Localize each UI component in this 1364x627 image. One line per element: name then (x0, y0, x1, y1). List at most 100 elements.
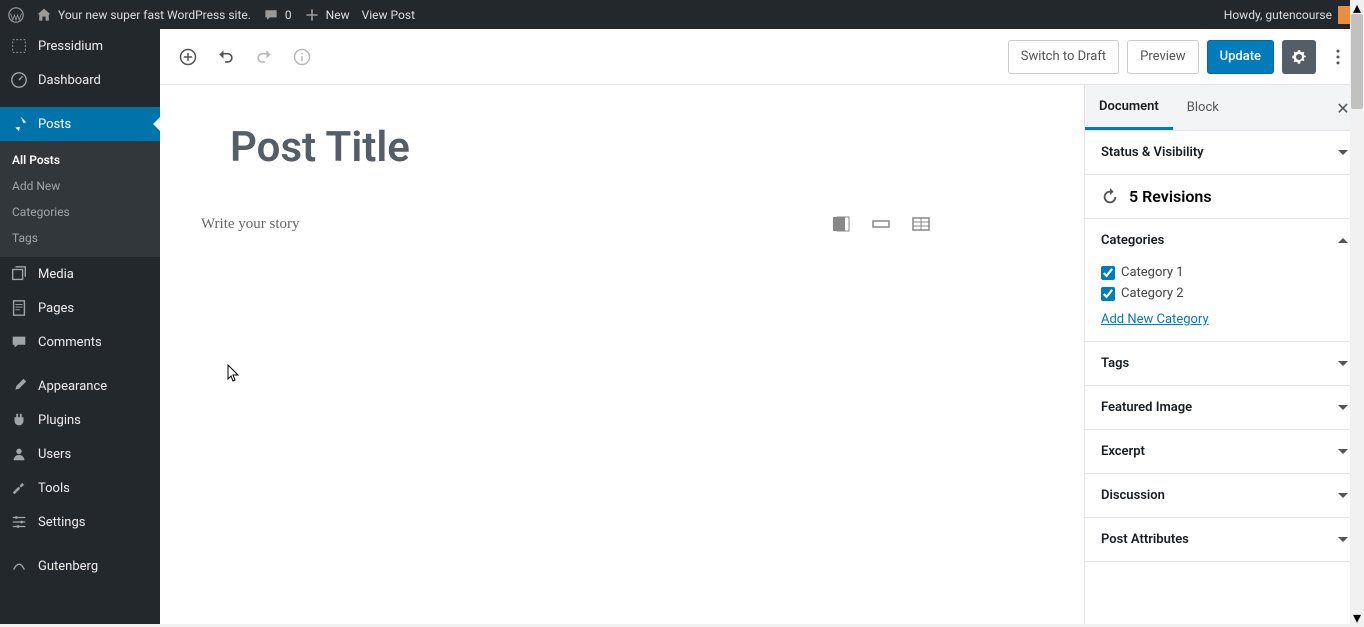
host-label: Pressidium (38, 39, 103, 54)
featured-toggle[interactable]: Featured Image (1085, 386, 1364, 429)
comment-icon (263, 7, 279, 23)
revisions-link[interactable]: 5 Revisions (1085, 175, 1364, 218)
sidebar-item-appearance[interactable]: Appearance (0, 369, 160, 403)
block-placeholder[interactable]: Write your story (201, 216, 300, 233)
host-icon (10, 37, 28, 55)
chevron-down-icon (1338, 361, 1348, 371)
sidebar-item-tools[interactable]: Tools (0, 471, 160, 505)
more-button[interactable] (1324, 40, 1352, 74)
section-status: Status & Visibility (1085, 131, 1364, 175)
sidebar-item-dashboard[interactable]: Dashboard (0, 63, 160, 97)
tags-toggle[interactable]: Tags (1085, 342, 1364, 385)
settings-button[interactable] (1282, 40, 1316, 74)
cat1-check[interactable] (1101, 266, 1115, 280)
update-button[interactable]: Update (1207, 40, 1274, 74)
sidebar-item-pages[interactable]: Pages (0, 291, 160, 325)
plug-icon (10, 411, 28, 429)
settings-panel: Document Block ✕ Status & Visibility 5 R… (1084, 85, 1364, 624)
sidebar-item-users[interactable]: Users (0, 437, 160, 471)
sidebar-item-plugins[interactable]: Plugins (0, 403, 160, 437)
sidebar-item-gutenberg[interactable]: Gutenberg (0, 549, 160, 583)
category-1-checkbox[interactable]: Category 1 (1101, 262, 1348, 283)
scroll-down-icon[interactable]: ▾ (1350, 610, 1364, 624)
sidebar-item-settings[interactable]: Settings (0, 505, 160, 539)
chevron-down-icon (1338, 405, 1348, 415)
editor-header: Switch to Draft Preview Update (160, 29, 1364, 85)
submenu-all-posts[interactable]: All Posts (0, 147, 160, 173)
pin-icon (10, 115, 28, 133)
wp-logo[interactable] (8, 7, 24, 23)
admin-sidebar: Pressidium Dashboard Posts All Posts Add… (0, 29, 160, 624)
chevron-up-icon (1338, 233, 1348, 243)
sidebar-item-posts[interactable]: Posts (0, 107, 160, 141)
discussion-toggle[interactable]: Discussion (1085, 474, 1364, 517)
section-discussion: Discussion (1085, 474, 1364, 518)
dashboard-icon (10, 71, 28, 89)
wide-block-icon[interactable] (871, 214, 891, 234)
howdy-link[interactable]: Howdy, gutencourse (1224, 6, 1356, 24)
admin-bar: Your new super fast WordPress site. 0 Ne… (0, 0, 1364, 29)
cat2-check[interactable] (1101, 287, 1115, 301)
section-excerpt: Excerpt (1085, 430, 1364, 474)
sidebar-item-host[interactable]: Pressidium (0, 29, 160, 63)
gutenberg-icon (10, 557, 28, 575)
undo-button[interactable] (210, 41, 242, 73)
plus-icon (304, 7, 320, 23)
page-icon (10, 299, 28, 317)
switch-to-draft-button[interactable]: Switch to Draft (1008, 40, 1119, 74)
wrench-icon (10, 479, 28, 497)
chevron-down-icon (1338, 537, 1348, 547)
chevron-down-icon (1338, 449, 1348, 459)
comment-count: 0 (285, 8, 292, 22)
submenu-categories[interactable]: Categories (0, 199, 160, 225)
add-category-link[interactable]: Add New Category (1101, 312, 1209, 327)
section-tags: Tags (1085, 342, 1364, 386)
section-categories: Categories Category 1 Category 2 Add New… (1085, 219, 1364, 342)
panel-tabs: Document Block ✕ (1085, 85, 1364, 131)
tab-document[interactable]: Document (1085, 85, 1173, 130)
tab-block[interactable]: Block (1173, 85, 1233, 130)
preview-button[interactable]: Preview (1127, 40, 1198, 74)
add-block-button[interactable] (172, 41, 204, 73)
submenu-tags[interactable]: Tags (0, 225, 160, 251)
sliders-icon (10, 513, 28, 531)
posts-submenu: All Posts Add New Categories Tags (0, 141, 160, 257)
site-name: Your new super fast WordPress site. (58, 8, 251, 22)
categories-toggle[interactable]: Categories (1085, 219, 1364, 262)
table-block-icon[interactable] (911, 214, 931, 234)
post-title-input[interactable] (230, 115, 850, 180)
user-icon (10, 445, 28, 463)
more-vert-icon (1328, 47, 1348, 67)
editor-canvas[interactable]: Write your story (160, 85, 1084, 624)
section-featured: Featured Image (1085, 386, 1364, 430)
editor: Switch to Draft Preview Update Write you… (160, 29, 1364, 624)
scroll-up-icon[interactable]: ▴ (1350, 0, 1364, 14)
submenu-add-new[interactable]: Add New (0, 173, 160, 199)
chevron-down-icon (1338, 493, 1348, 503)
brush-icon (10, 377, 28, 395)
comments-icon (10, 333, 28, 351)
comments-link[interactable]: 0 (263, 7, 292, 23)
section-revisions: 5 Revisions (1085, 175, 1364, 219)
media-icon (10, 265, 28, 283)
excerpt-toggle[interactable]: Excerpt (1085, 430, 1364, 473)
view-post-link[interactable]: View Post (362, 8, 415, 22)
page-scrollbar[interactable]: ▴ ▾ (1350, 0, 1364, 624)
new-label: New (326, 8, 350, 22)
howdy-text: Howdy, gutencourse (1224, 8, 1332, 22)
category-2-checkbox[interactable]: Category 2 (1101, 283, 1348, 304)
sidebar-item-media[interactable]: Media (0, 257, 160, 291)
status-toggle[interactable]: Status & Visibility (1085, 131, 1364, 174)
scroll-thumb[interactable] (1351, 14, 1363, 109)
site-link[interactable]: Your new super fast WordPress site. (36, 7, 251, 23)
gear-icon (1290, 48, 1308, 66)
sidebar-item-comments[interactable]: Comments (0, 325, 160, 359)
new-link[interactable]: New (304, 7, 350, 23)
redo-button[interactable] (248, 41, 280, 73)
history-icon (1101, 188, 1119, 206)
attributes-toggle[interactable]: Post Attributes (1085, 518, 1364, 561)
chevron-down-icon (1338, 150, 1348, 160)
info-button[interactable] (286, 41, 318, 73)
image-block-icon[interactable] (831, 214, 851, 234)
home-icon (36, 7, 52, 23)
